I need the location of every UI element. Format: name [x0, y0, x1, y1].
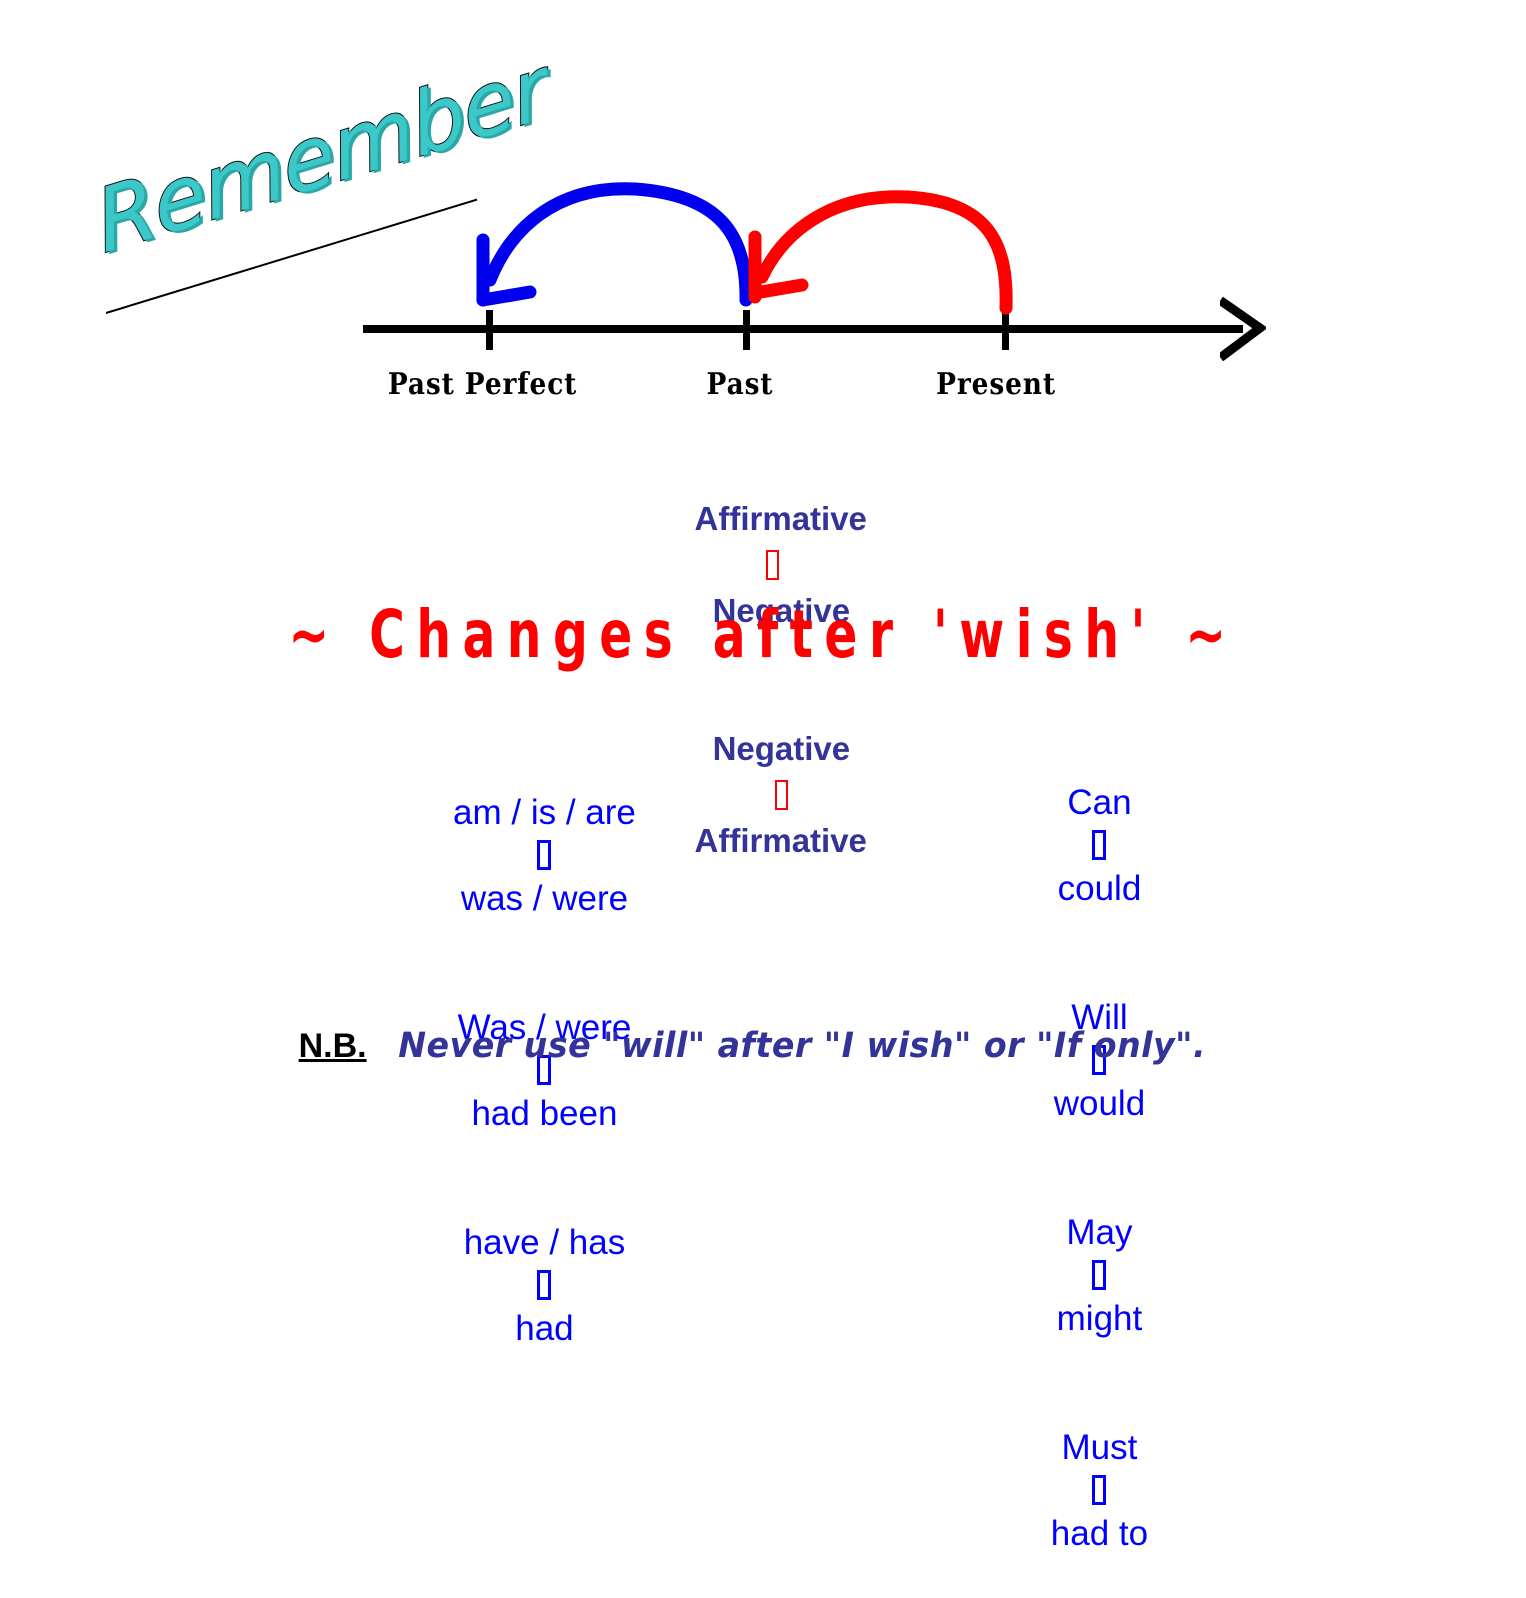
nb-label: N.B. [298, 1027, 367, 1065]
arrow-icon-polarity-1 [765, 550, 779, 580]
tense-timeline: Past Perfect Past Present [350, 175, 1266, 415]
change-from: Must [1061, 1428, 1138, 1467]
change-from: May [1066, 1213, 1133, 1252]
changes-list-verbs: am / is / are was / were Was / were had … [300, 748, 750, 1393]
change-to: might [1056, 1299, 1143, 1338]
nota-bene-note: N.B. Never use "will" after "I wish" or … [0, 1026, 1526, 1066]
change-to: could [1057, 869, 1142, 908]
arrow-icon-polarity-2 [774, 780, 788, 810]
change-item: Must had to [935, 1383, 1225, 1598]
polarity-line-1-left: Affirmative [694, 500, 867, 537]
change-item: Can could [935, 738, 1225, 953]
red-arc-present-to-past [748, 190, 1013, 315]
change-to: would [1053, 1084, 1146, 1123]
blue-arc-past-to-past-perfect [476, 182, 753, 307]
change-item: May might [935, 1168, 1225, 1383]
changes-list-modals: Can could Will would May might Must had … [935, 738, 1225, 1598]
change-to: was / were [460, 879, 629, 918]
change-to: had [515, 1309, 574, 1348]
change-from: have / has [463, 1223, 626, 1262]
timeline-arcs [476, 182, 1013, 315]
polarity-line-2: Negative Affirmative [0, 680, 1526, 910]
change-from: Can [1067, 783, 1132, 822]
arrow-icon-change [1092, 1475, 1107, 1505]
change-item: Was / were had been [300, 963, 750, 1178]
change-to: had to [1050, 1514, 1149, 1553]
arrow-icon-change [1092, 1260, 1107, 1290]
page-title: ~ Changes after 'wish' ~ [288, 596, 1238, 673]
change-from: am / is / are [453, 793, 636, 832]
arrow-icon-change [537, 1270, 552, 1300]
change-item: have / has had [300, 1178, 750, 1393]
nb-text: Never use "will" after "I wish" or "If o… [398, 1026, 1207, 1066]
change-to: had been [471, 1094, 618, 1133]
arrow-icon-change [1092, 830, 1107, 860]
polarity-change-block: Affirmative Negative Negative Affirmativ… [0, 450, 1526, 910]
change-item: am / is / are was / were [300, 748, 750, 963]
arrow-icon-change [537, 840, 552, 870]
